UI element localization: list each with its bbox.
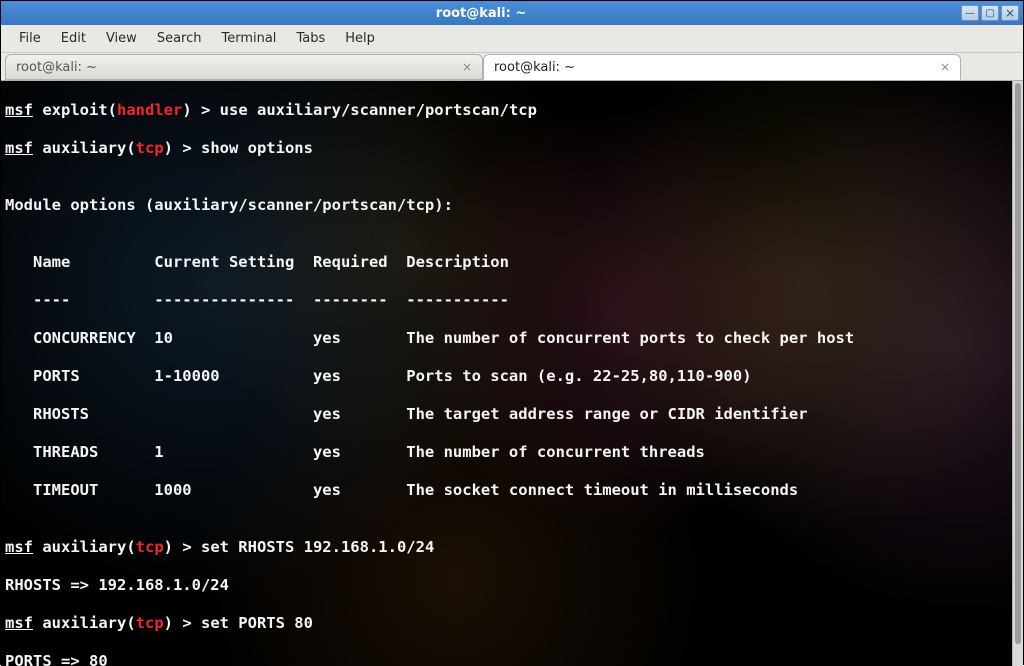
- prompt-line: msf auxiliary(tcp) > set RHOSTS 192.168.…: [5, 538, 1008, 557]
- option-row: TIMEOUT 1000 yes The socket connect time…: [5, 481, 1008, 500]
- menu-tabs[interactable]: Tabs: [286, 27, 335, 50]
- menubar: File Edit View Search Terminal Tabs Help: [1, 25, 1023, 53]
- titlebar[interactable]: root@kali: ~ — ▢ ×: [1, 1, 1023, 25]
- menu-edit[interactable]: Edit: [51, 27, 96, 50]
- module-auxiliary: tcp: [136, 614, 164, 632]
- module-auxiliary: tcp: [136, 538, 164, 556]
- module-options-header: Module options (auxiliary/scanner/portsc…: [5, 196, 1008, 215]
- msf-label: msf: [5, 101, 33, 119]
- scroll-thumb[interactable]: [1015, 83, 1021, 644]
- prompt-line: msf exploit(handler) > use auxiliary/sca…: [5, 101, 1008, 120]
- options-columns-separator: ---- --------------- -------- ----------…: [5, 291, 1008, 310]
- option-row: RHOSTS yes The target address range or C…: [5, 405, 1008, 424]
- echo-line: PORTS => 80: [5, 652, 1008, 666]
- command-showopt: show options: [201, 139, 313, 157]
- window-controls: — ▢ ×: [961, 5, 1019, 21]
- tab-2[interactable]: root@kali: ~ ×: [483, 54, 961, 80]
- close-icon[interactable]: ×: [454, 60, 472, 74]
- tab-1[interactable]: root@kali: ~ ×: [5, 54, 483, 80]
- close-button[interactable]: ×: [1001, 5, 1019, 21]
- terminal-output[interactable]: msf exploit(handler) > use auxiliary/sca…: [1, 81, 1012, 666]
- command-use: use auxiliary/scanner/portscan/tcp: [220, 101, 537, 119]
- prompt-line: msf auxiliary(tcp) > set PORTS 80: [5, 614, 1008, 633]
- options-columns-header: Name Current Setting Required Descriptio…: [5, 253, 1008, 272]
- module-exploit: handler: [117, 101, 182, 119]
- prompt-line: msf auxiliary(tcp) > show options: [5, 139, 1008, 158]
- echo-line: RHOSTS => 192.168.1.0/24: [5, 576, 1008, 595]
- tab-label: root@kali: ~: [494, 60, 575, 75]
- command-setrhosts: set RHOSTS 192.168.1.0/24: [201, 538, 434, 556]
- menu-search[interactable]: Search: [147, 27, 212, 50]
- tabbar: root@kali: ~ × root@kali: ~ ×: [1, 53, 1023, 81]
- menu-help[interactable]: Help: [335, 27, 385, 50]
- menu-view[interactable]: View: [96, 27, 147, 50]
- msf-label: msf: [5, 614, 33, 632]
- scroll-track[interactable]: [1013, 646, 1023, 666]
- command-setports: set PORTS 80: [201, 614, 313, 632]
- option-row: PORTS 1-10000 yes Ports to scan (e.g. 22…: [5, 367, 1008, 386]
- module-auxiliary: tcp: [136, 139, 164, 157]
- menu-terminal[interactable]: Terminal: [211, 27, 286, 50]
- maximize-button[interactable]: ▢: [981, 5, 999, 21]
- window-title: root@kali: ~: [1, 6, 961, 21]
- close-icon[interactable]: ×: [932, 60, 950, 74]
- minimize-button[interactable]: —: [961, 5, 979, 21]
- terminal-area: msf exploit(handler) > use auxiliary/sca…: [1, 81, 1023, 666]
- scrollbar[interactable]: [1012, 81, 1023, 666]
- tab-label: root@kali: ~: [16, 60, 97, 75]
- msf-label: msf: [5, 538, 33, 556]
- option-row: THREADS 1 yes The number of concurrent t…: [5, 443, 1008, 462]
- option-row: CONCURRENCY 10 yes The number of concurr…: [5, 329, 1008, 348]
- msf-label: msf: [5, 139, 33, 157]
- menu-file[interactable]: File: [9, 27, 51, 50]
